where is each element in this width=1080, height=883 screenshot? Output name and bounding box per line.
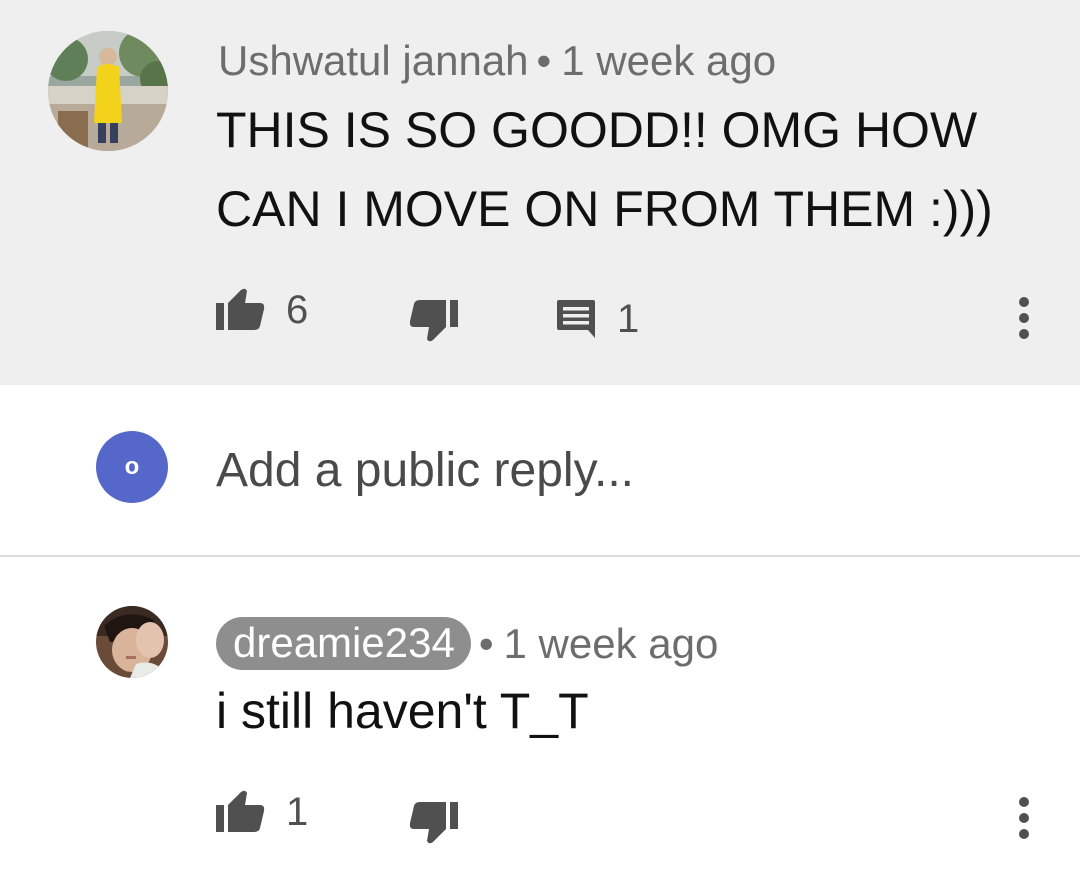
like-count: 6 xyxy=(286,288,309,332)
comment-text-line: CAN I MOVE ON FROM THEM :))) xyxy=(216,181,993,237)
current-user-avatar: o xyxy=(96,431,168,503)
reply-time[interactable]: 1 week ago xyxy=(504,622,719,665)
reply-author-avatar[interactable] xyxy=(96,606,168,678)
comment-meta: Ushwatul jannah • 1 week ago xyxy=(218,40,776,82)
dislike-button[interactable] xyxy=(410,800,458,844)
reply-text: i still haven't T_T xyxy=(216,672,589,751)
meta-separator: • xyxy=(478,619,494,667)
comment-highlighted: Ushwatul jannah • 1 week ago THIS IS SO GO… xyxy=(0,0,1080,385)
reply-menu-button[interactable] xyxy=(1016,796,1032,840)
dislike-button[interactable] xyxy=(410,298,458,342)
meta-separator: • xyxy=(536,37,552,84)
comment-author[interactable]: Ushwatul jannah xyxy=(218,37,529,84)
replies-button[interactable]: 1 xyxy=(555,298,639,340)
comment-time[interactable]: 1 week ago xyxy=(561,37,776,84)
thumb-up-icon xyxy=(216,790,265,832)
comment-icon xyxy=(557,300,595,338)
comment-menu-button[interactable] xyxy=(1016,296,1032,340)
comment-text-line: THIS IS SO GOODD!! OMG HOW xyxy=(216,102,978,158)
reply-text-line: i still haven't T_T xyxy=(216,683,589,739)
comment-text: THIS IS SO GOODD!! OMG HOW CAN I MOVE ON… xyxy=(216,91,993,249)
thumb-up-icon xyxy=(216,288,265,330)
commenter-avatar[interactable] xyxy=(48,31,168,151)
thumb-down-icon xyxy=(410,802,458,844)
like-button[interactable]: 6 xyxy=(216,288,308,332)
like-count: 1 xyxy=(286,790,309,834)
reply-composer: o Add a public reply... xyxy=(0,385,1080,557)
thumb-down-icon xyxy=(410,300,458,342)
more-vertical-icon xyxy=(1019,297,1029,339)
reply-count: 1 xyxy=(617,297,640,341)
reply-input[interactable]: Add a public reply... xyxy=(216,447,634,495)
reply-meta: dreamie234 • 1 week ago xyxy=(216,617,718,670)
comment-thread: Ushwatul jannah • 1 week ago THIS IS SO GO… xyxy=(0,0,1080,883)
more-vertical-icon xyxy=(1019,797,1029,839)
reply-author-badge[interactable]: dreamie234 xyxy=(216,617,471,670)
like-button[interactable]: 1 xyxy=(216,790,308,834)
